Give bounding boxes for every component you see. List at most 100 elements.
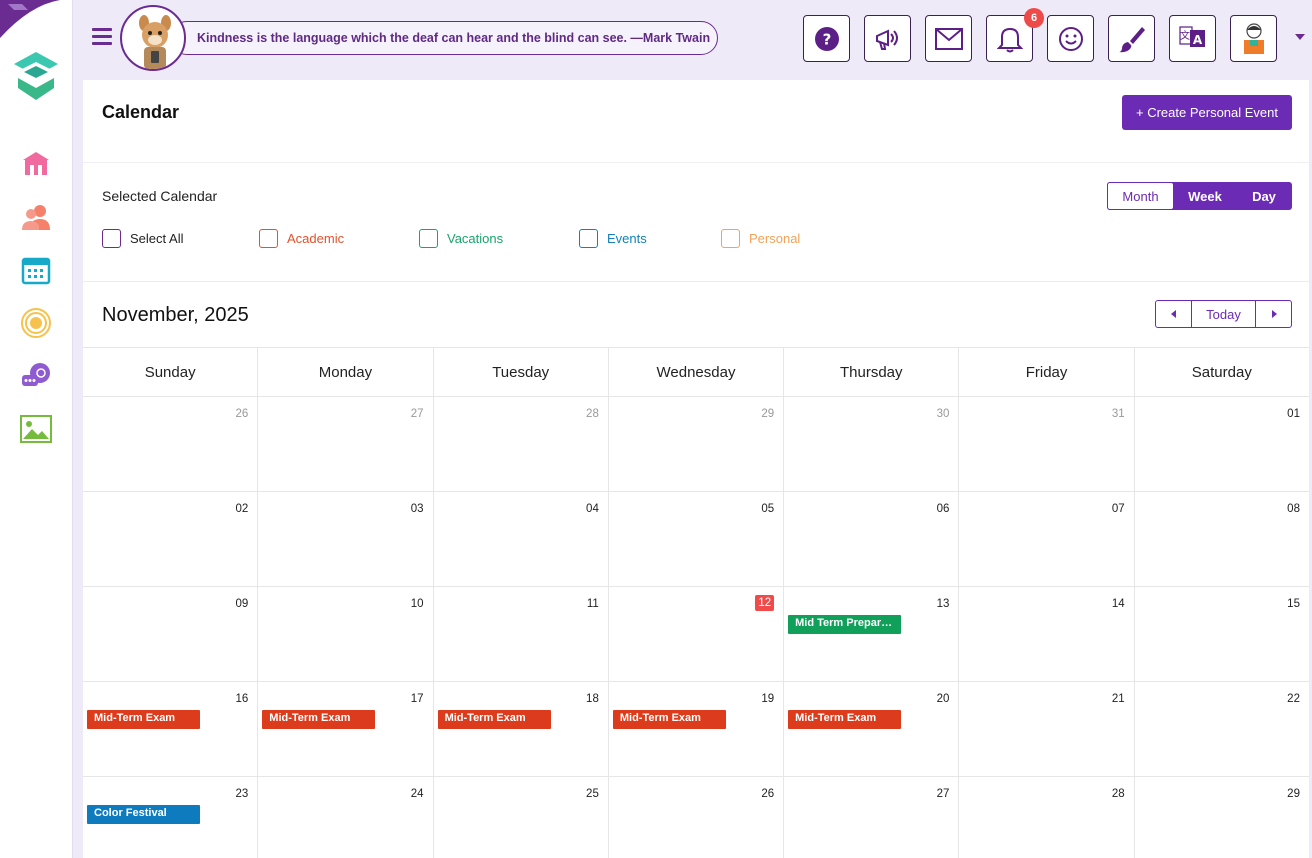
day-cell[interactable]: 09 [83,587,259,681]
day-cell[interactable]: 12 [609,587,785,681]
calendar-event[interactable]: Mid Term Prepara... [788,615,902,634]
filter-label: Select All [130,231,184,246]
day-number: 06 [936,503,950,515]
calendar-event[interactable]: Mid-Term Exam [612,710,726,729]
day-cell[interactable]: 13 Mid Term Prepara... [784,587,960,681]
users-icon[interactable] [18,199,54,235]
filter-events[interactable]: Events [579,229,647,248]
quote-text: Kindness is the language which the deaf … [197,31,711,45]
day-cell[interactable]: 04 [434,492,609,586]
day-cell[interactable]: 26 [609,777,785,858]
day-cell[interactable]: 31 [959,397,1135,491]
calendar-icon[interactable] [18,252,54,288]
day-cell[interactable]: 28 [959,777,1135,858]
day-number: 02 [235,503,249,515]
checkbox[interactable] [259,229,278,248]
brush-icon[interactable] [1108,15,1155,62]
today-button[interactable]: Today [1191,301,1256,327]
day-cell[interactable]: 08 [1135,492,1309,586]
day-cell[interactable]: 05 [609,492,785,586]
target-icon[interactable] [18,305,54,341]
view-switcher: Month Week Day [1107,182,1292,210]
filter-label: Events [607,231,647,246]
create-personal-event-button[interactable]: + Create Personal Event [1122,95,1292,130]
day-cell[interactable]: 20 Mid-Term Exam [784,682,960,776]
day-cell[interactable]: 29 [609,397,785,491]
day-cell[interactable]: 17 Mid-Term Exam [258,682,434,776]
announcement-icon[interactable] [864,15,911,62]
profile-dropdown-icon[interactable] [1295,34,1305,40]
filter-label: Personal [749,231,801,246]
checkbox[interactable] [721,229,740,248]
day-cell[interactable]: 06 [784,492,960,586]
calendar-event[interactable]: Mid-Term Exam [87,710,200,729]
filter-vacations[interactable]: Vacations [419,229,503,248]
day-number: 11 [586,598,599,610]
calendar-grid: Sunday Monday Tuesday Wednesday Thursday Frid… [83,347,1309,858]
checkbox[interactable] [419,229,438,248]
day-cell[interactable]: 26 [83,397,259,491]
day-cell[interactable]: 11 [434,587,609,681]
day-cell[interactable]: 03 [258,492,434,586]
filter-select-all[interactable]: Select All [102,229,183,248]
day-cell[interactable]: 25 [434,777,609,858]
svg-text:文: 文 [1180,29,1190,42]
month-view-button[interactable]: Month [1107,182,1174,210]
day-cell[interactable]: 28 [434,397,609,491]
filter-personal[interactable]: Personal [721,229,800,248]
translate-icon[interactable]: A文 [1169,15,1216,62]
day-number: 16 [235,693,249,705]
calendar-event[interactable]: Mid-Term Exam [437,710,551,729]
day-cell[interactable]: 30 [784,397,960,491]
svg-text:A: A [1192,33,1202,47]
mail-icon[interactable] [925,15,972,62]
day-cell[interactable]: 16 Mid-Term Exam [83,682,259,776]
calendar-event[interactable]: Color Festival [87,805,200,824]
menu-icon[interactable] [92,28,112,46]
weekday-thursday: Thursday [784,348,960,396]
day-cell[interactable]: 18 Mid-Term Exam [434,682,609,776]
chevron-left-icon [1170,310,1176,318]
day-cell[interactable]: 14 [959,587,1135,681]
day-cell[interactable]: 23 Color Festival [83,777,259,858]
day-cell[interactable]: 19 Mid-Term Exam [609,682,785,776]
filter-academic[interactable]: Academic [259,229,344,248]
day-cell[interactable]: 10 [258,587,434,681]
checkbox[interactable] [102,229,121,248]
chat-icon[interactable] [18,358,54,394]
profile-icon[interactable] [1230,15,1277,62]
calendar-event[interactable]: Mid-Term Exam [262,710,376,729]
smiley-icon[interactable] [1047,15,1094,62]
day-cell[interactable]: 22 [1135,682,1309,776]
month-title: November, 2025 [102,304,249,326]
day-cell[interactable]: 29 [1135,777,1309,858]
day-cell[interactable]: 24 [258,777,434,858]
day-number: 27 [936,788,950,800]
gallery-icon[interactable] [18,411,54,447]
calendar-event[interactable]: Mid-Term Exam [788,710,902,729]
day-cell[interactable]: 27 [784,777,960,858]
day-cell[interactable]: 15 [1135,587,1309,681]
day-cell[interactable]: 27 [258,397,434,491]
checkbox[interactable] [579,229,598,248]
day-number: 14 [1111,598,1125,610]
previous-month-button[interactable] [1156,301,1191,327]
help-icon[interactable]: ? [803,15,850,62]
day-number: 22 [1287,693,1300,705]
day-number: 29 [761,408,775,420]
day-number: 27 [410,408,424,420]
day-cell[interactable]: 07 [959,492,1135,586]
day-view-button[interactable]: Day [1236,182,1292,210]
day-number: 23 [235,788,249,800]
day-cell[interactable]: 21 [959,682,1135,776]
day-cell[interactable]: 02 [83,492,259,586]
day-number: 10 [410,598,424,610]
week-view-button[interactable]: Week [1174,182,1236,210]
day-number: 01 [1287,408,1300,420]
date-navigation: Today [1155,300,1292,328]
day-cell[interactable]: 01 [1135,397,1309,491]
next-month-button[interactable] [1256,301,1291,327]
school-logo-icon[interactable] [8,48,64,104]
home-icon[interactable] [18,146,54,182]
weekday-monday: Monday [258,348,434,396]
